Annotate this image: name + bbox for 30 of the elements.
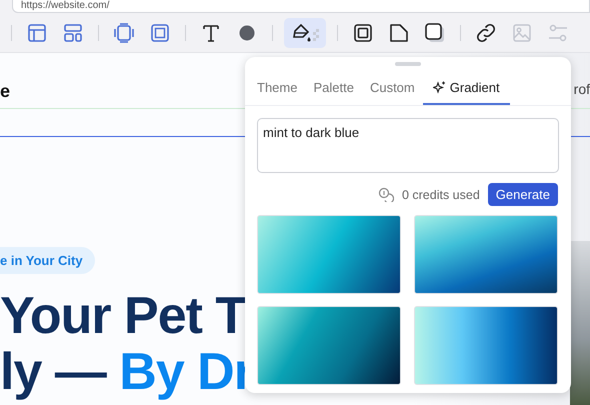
prompt-field[interactable]: mint to dark blue [257, 118, 559, 173]
frame-icon [149, 22, 171, 44]
url-field[interactable]: https://website.com/ [12, 0, 590, 13]
coins-icon [378, 187, 394, 202]
nav-link[interactable]: rof [574, 81, 590, 108]
border-icon [352, 22, 374, 44]
link-icon [475, 22, 497, 44]
tab[interactable]: Palette [305, 74, 362, 105]
headline: Your Pet T [0, 288, 246, 344]
tagline-pill: e in Your City [0, 247, 95, 274]
generate-button[interactable]: Generate [488, 183, 558, 206]
credits-text: 0 credits used [402, 188, 480, 202]
drag-handle[interactable] [395, 62, 421, 66]
gradient-swatch[interactable] [257, 306, 401, 385]
corner-icon [388, 22, 410, 44]
gradient-swatch[interactable] [414, 215, 558, 294]
gradient-swatch[interactable] [257, 215, 401, 294]
table-icon [26, 22, 48, 44]
paint-bucket-icon [290, 22, 320, 44]
image-icon [511, 22, 533, 44]
shadow-icon [424, 22, 446, 44]
tab[interactable]: Theme [249, 74, 306, 105]
padding-icon [113, 22, 135, 44]
toolbar-button[interactable] [284, 18, 326, 48]
gradient-swatch[interactable] [414, 306, 558, 385]
tab[interactable]: Gradient [422, 74, 510, 105]
nav-text: e [0, 81, 10, 103]
sparkle-icon [432, 81, 446, 94]
tab[interactable]: Custom [362, 74, 423, 105]
layout-icon [62, 22, 84, 44]
